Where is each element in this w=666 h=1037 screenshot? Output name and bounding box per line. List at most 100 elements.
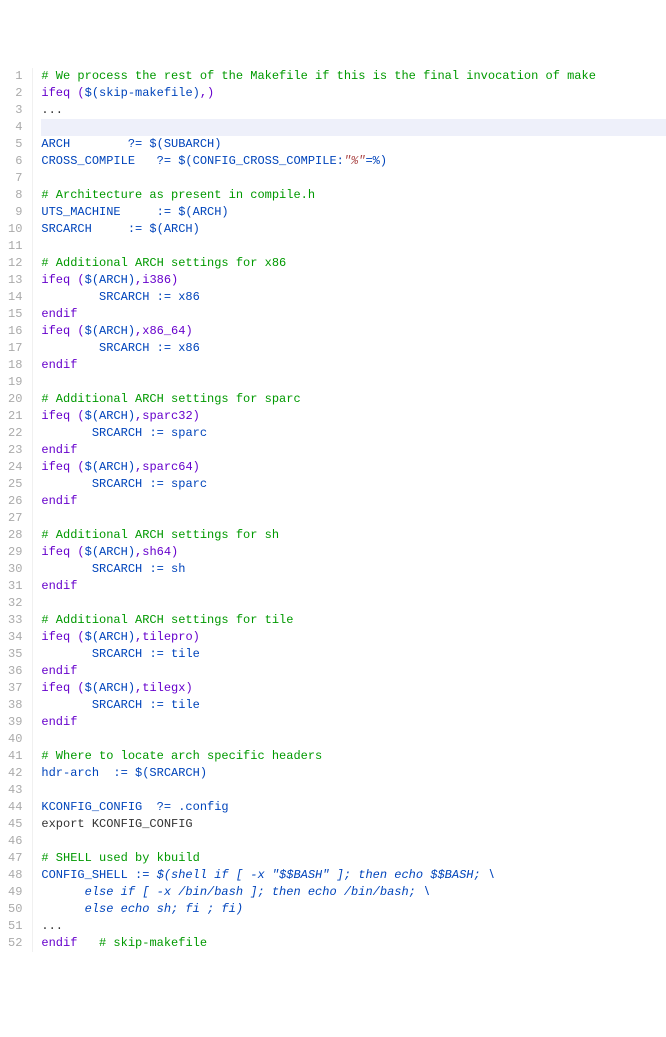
line-number: 26 [8,493,22,510]
code-token: endif [41,307,77,321]
code-line: endif [41,663,666,680]
line-number: 32 [8,595,22,612]
code-token: ,) [200,86,214,100]
line-number: 50 [8,901,22,918]
line-number: 28 [8,527,22,544]
code-token: SRCARCH := tile [92,647,200,661]
code-line: SRCARCH := x86 [41,289,666,306]
code-line: SRCARCH := sparc [41,425,666,442]
line-number: 41 [8,748,22,765]
line-number: 20 [8,391,22,408]
code-line: # Additional ARCH settings for x86 [41,255,666,272]
code-line: ifeq ($(ARCH),i386) [41,272,666,289]
code-line: ARCH ?= $(SUBARCH) [41,136,666,153]
line-number: 8 [8,187,22,204]
code-line: endif [41,493,666,510]
code-token: endif [41,358,77,372]
code-line: ... [41,102,666,119]
code-line: # SHELL used by kbuild [41,850,666,867]
line-number: 24 [8,459,22,476]
code-token [77,936,99,950]
code-line: # Architecture as present in compile.h [41,187,666,204]
line-number: 11 [8,238,22,255]
code-line: KCONFIG_CONFIG ?= .config [41,799,666,816]
code-token: export KCONFIG_CONFIG [41,817,192,831]
code-token: $(shell if [ -x "$$BASH" ]; then echo $$… [157,868,495,882]
code-token: $(ARCH) [85,460,135,474]
code-content[interactable]: # We process the rest of the Makefile if… [33,68,666,952]
line-number: 34 [8,629,22,646]
code-token: # Architecture as present in compile.h [41,188,315,202]
code-token: ,x86_64) [135,324,193,338]
code-token: "%" [344,154,366,168]
code-token: UTS_MACHINE := $(ARCH) [41,205,228,219]
code-line [41,170,666,187]
code-token [41,426,91,440]
code-token: ifeq ( [41,460,84,474]
code-line: ifeq ($(skip-makefile),) [41,85,666,102]
line-number: 23 [8,442,22,459]
code-line: SRCARCH := $(ARCH) [41,221,666,238]
code-line: UTS_MACHINE := $(ARCH) [41,204,666,221]
line-number: 47 [8,850,22,867]
code-token: ifeq ( [41,681,84,695]
code-line: endif [41,578,666,595]
code-line: ifeq ($(ARCH),x86_64) [41,323,666,340]
code-token: else echo sh; fi ; fi) [41,902,243,916]
line-number: 39 [8,714,22,731]
line-number: 14 [8,289,22,306]
line-number: 29 [8,544,22,561]
code-token: $(ARCH) [85,630,135,644]
code-token: endif [41,936,77,950]
line-number: 3 [8,102,22,119]
code-token: SRCARCH := tile [92,698,200,712]
line-number: 38 [8,697,22,714]
code-token: ,sparc32) [135,409,200,423]
code-token: # Additional ARCH settings for tile [41,613,293,627]
code-line: else echo sh; fi ; fi) [41,901,666,918]
code-line: SRCARCH := sparc [41,476,666,493]
code-token: ... [41,919,63,933]
code-token: # skip-makefile [99,936,207,950]
line-number: 7 [8,170,22,187]
code-token: $(ARCH) [85,409,135,423]
line-number: 27 [8,510,22,527]
code-token: ifeq ( [41,409,84,423]
code-token: ,tilegx) [135,681,193,695]
line-number: 52 [8,935,22,952]
line-number: 37 [8,680,22,697]
code-token: $(ARCH) [85,681,135,695]
code-token: =%) [365,154,387,168]
line-number: 6 [8,153,22,170]
code-token: endif [41,664,77,678]
code-line [41,731,666,748]
line-number: 21 [8,408,22,425]
code-token [41,562,91,576]
line-number: 13 [8,272,22,289]
code-line [41,510,666,527]
code-token: $(ARCH) [85,273,135,287]
line-number: 48 [8,867,22,884]
code-token: else if [ -x /bin/bash ]; then echo /bin… [41,885,430,899]
code-line [41,374,666,391]
code-token: ifeq ( [41,324,84,338]
code-line: endif [41,357,666,374]
code-token: ... [41,103,63,117]
line-number: 35 [8,646,22,663]
line-number: 12 [8,255,22,272]
line-number: 16 [8,323,22,340]
code-token: SRCARCH := sparc [92,426,207,440]
code-token [41,698,91,712]
code-line: SRCARCH := tile [41,646,666,663]
code-line: ifeq ($(ARCH),tilepro) [41,629,666,646]
code-line [41,595,666,612]
code-token [41,647,91,661]
line-number: 9 [8,204,22,221]
code-line: hdr-arch := $(SRCARCH) [41,765,666,782]
code-line: # Additional ARCH settings for tile [41,612,666,629]
code-line: ... [41,918,666,935]
code-token: # Where to locate arch specific headers [41,749,322,763]
code-token [41,341,99,355]
line-number: 5 [8,136,22,153]
line-number: 43 [8,782,22,799]
